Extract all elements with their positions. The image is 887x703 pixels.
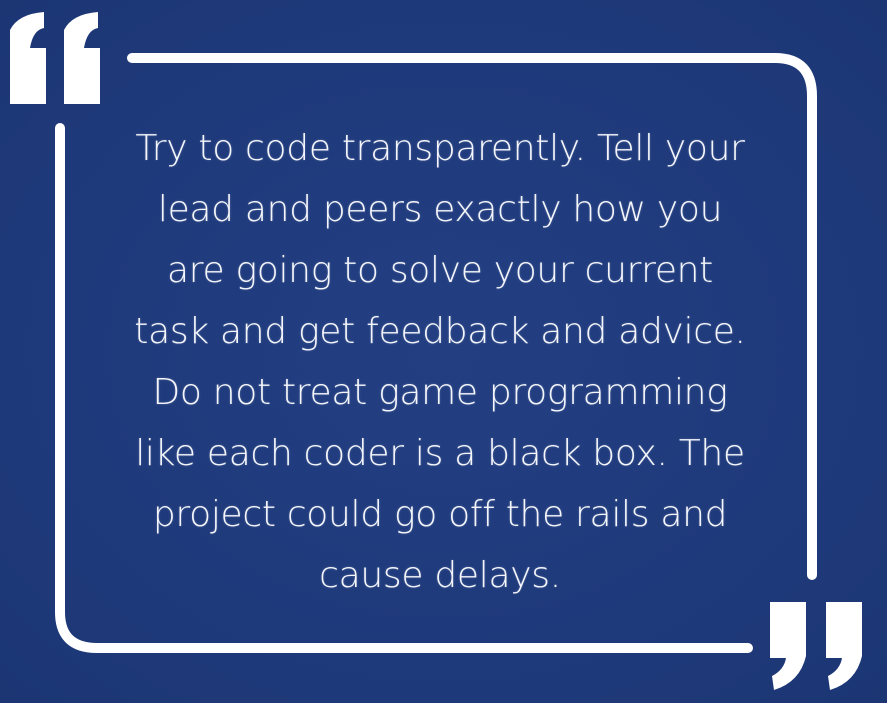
close-quote-mark-icon xyxy=(770,602,862,690)
quote-line: Try to code transparently. Tell your xyxy=(135,128,745,169)
quote-line: task and get feedback and advice. xyxy=(134,311,746,352)
quote-line: are going to solve your current xyxy=(166,250,713,291)
quote-line: like each coder is a black box. The xyxy=(135,433,745,474)
quote-card: Try to code transparently. Tell your lea… xyxy=(0,0,887,703)
open-quote-mark-icon xyxy=(10,12,100,104)
quote-line: project could go off the rails and xyxy=(152,494,728,535)
quote-text: Try to code transparently. Tell your lea… xyxy=(90,118,790,606)
quote-line: cause delays. xyxy=(319,555,561,596)
quote-line: lead and peers exactly how you xyxy=(157,189,723,230)
quote-line: Do not treat game programming xyxy=(152,372,728,413)
